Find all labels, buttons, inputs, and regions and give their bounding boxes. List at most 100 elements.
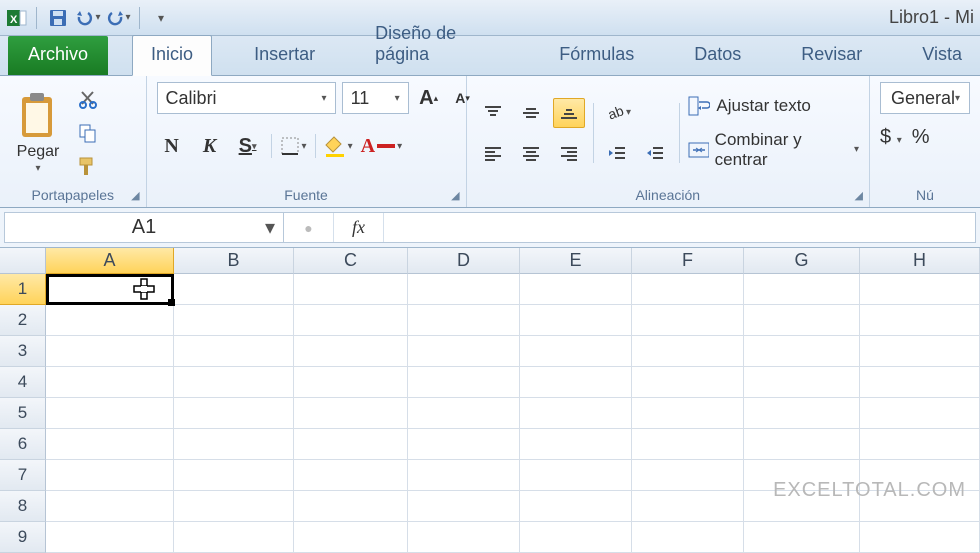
align-right-button[interactable] [553,138,585,168]
select-all-corner[interactable] [0,248,46,274]
row-header-2[interactable]: 2 [0,305,46,336]
cut-button[interactable] [74,85,102,113]
cell-B5[interactable] [174,398,294,429]
cell-C6[interactable] [294,429,408,460]
cell-C8[interactable] [294,491,408,522]
cell-D5[interactable] [408,398,520,429]
cell-H5[interactable] [860,398,980,429]
cell-E5[interactable] [520,398,632,429]
cell-E8[interactable] [520,491,632,522]
align-left-button[interactable] [477,138,509,168]
row-header-9[interactable]: 9 [0,522,46,553]
cell-B9[interactable] [174,522,294,553]
cell-D1[interactable] [408,274,520,305]
undo-button[interactable]: ▾ [75,5,101,31]
cell-C9[interactable] [294,522,408,553]
cell-D6[interactable] [408,429,520,460]
cell-G5[interactable] [744,398,860,429]
cell-A8[interactable] [46,491,174,522]
cell-F4[interactable] [632,367,744,398]
cell-G1[interactable] [744,274,860,305]
cell-B8[interactable] [174,491,294,522]
column-header-D[interactable]: D [408,248,520,274]
font-name-combo[interactable]: Calibri▾ [157,82,336,114]
tab-data[interactable]: Datos [676,36,759,75]
cell-C4[interactable] [294,367,408,398]
cell-C2[interactable] [294,305,408,336]
cell-A7[interactable] [46,460,174,491]
cell-C3[interactable] [294,336,408,367]
cell-B6[interactable] [174,429,294,460]
column-header-A[interactable]: A [46,248,174,274]
cell-G4[interactable] [744,367,860,398]
accounting-format-button[interactable]: $ ▾ [880,126,902,149]
cell-F2[interactable] [632,305,744,336]
cell-B7[interactable] [174,460,294,491]
qat-customize-button[interactable]: ▾ [148,5,174,31]
decrease-indent-button[interactable] [601,138,633,168]
column-header-C[interactable]: C [294,248,408,274]
borders-button[interactable]: ▾ [280,136,307,156]
cell-G2[interactable] [744,305,860,336]
cancel-formula-button[interactable]: ● [284,213,334,242]
tab-formulas[interactable]: Fórmulas [541,36,652,75]
format-painter-button[interactable] [74,153,102,181]
tab-insert[interactable]: Insertar [236,36,333,75]
cell-A1[interactable] [46,274,174,305]
cell-A4[interactable] [46,367,174,398]
row-header-1[interactable]: 1 [0,274,46,305]
italic-button[interactable]: K [195,132,225,160]
cell-E7[interactable] [520,460,632,491]
cell-A9[interactable] [46,522,174,553]
cell-D4[interactable] [408,367,520,398]
cell-C1[interactable] [294,274,408,305]
merge-center-button[interactable]: Combinar y centrar▾ [688,130,859,170]
row-header-4[interactable]: 4 [0,367,46,398]
paste-button[interactable]: Pegar ▾ [10,91,66,174]
grow-font-button[interactable]: A▴ [415,83,443,113]
font-color-button[interactable]: A▾ [361,135,402,158]
cell-C5[interactable] [294,398,408,429]
row-header-6[interactable]: 6 [0,429,46,460]
tab-home[interactable]: Inicio [132,35,212,76]
clipboard-launcher[interactable]: ◢ [131,189,139,202]
align-top-button[interactable] [477,98,509,128]
cell-G6[interactable] [744,429,860,460]
cell-H3[interactable] [860,336,980,367]
cell-A6[interactable] [46,429,174,460]
cell-E4[interactable] [520,367,632,398]
cell-F1[interactable] [632,274,744,305]
cell-E3[interactable] [520,336,632,367]
cell-F8[interactable] [632,491,744,522]
align-middle-button[interactable] [515,98,547,128]
row-header-3[interactable]: 3 [0,336,46,367]
orientation-button[interactable]: ab▾ [601,98,633,128]
cell-F6[interactable] [632,429,744,460]
cell-G9[interactable] [744,522,860,553]
name-box[interactable]: A1▾ [4,212,284,243]
font-size-combo[interactable]: 11▾ [342,82,409,114]
cell-D9[interactable] [408,522,520,553]
save-button[interactable] [45,5,71,31]
column-header-H[interactable]: H [860,248,980,274]
cell-B2[interactable] [174,305,294,336]
tab-file[interactable]: Archivo [8,36,108,75]
font-launcher[interactable]: ◢ [451,189,459,202]
wrap-text-button[interactable]: Ajustar texto [688,96,859,116]
cell-F3[interactable] [632,336,744,367]
align-bottom-button[interactable] [553,98,585,128]
cell-F5[interactable] [632,398,744,429]
redo-button[interactable]: ▾ [105,5,131,31]
cell-H4[interactable] [860,367,980,398]
cell-D3[interactable] [408,336,520,367]
cell-H2[interactable] [860,305,980,336]
cell-F9[interactable] [632,522,744,553]
cell-B1[interactable] [174,274,294,305]
cell-H9[interactable] [860,522,980,553]
align-center-button[interactable] [515,138,547,168]
insert-function-button[interactable]: fx [334,213,384,242]
row-header-7[interactable]: 7 [0,460,46,491]
row-header-8[interactable]: 8 [0,491,46,522]
alignment-launcher[interactable]: ◢ [855,189,863,202]
column-header-E[interactable]: E [520,248,632,274]
